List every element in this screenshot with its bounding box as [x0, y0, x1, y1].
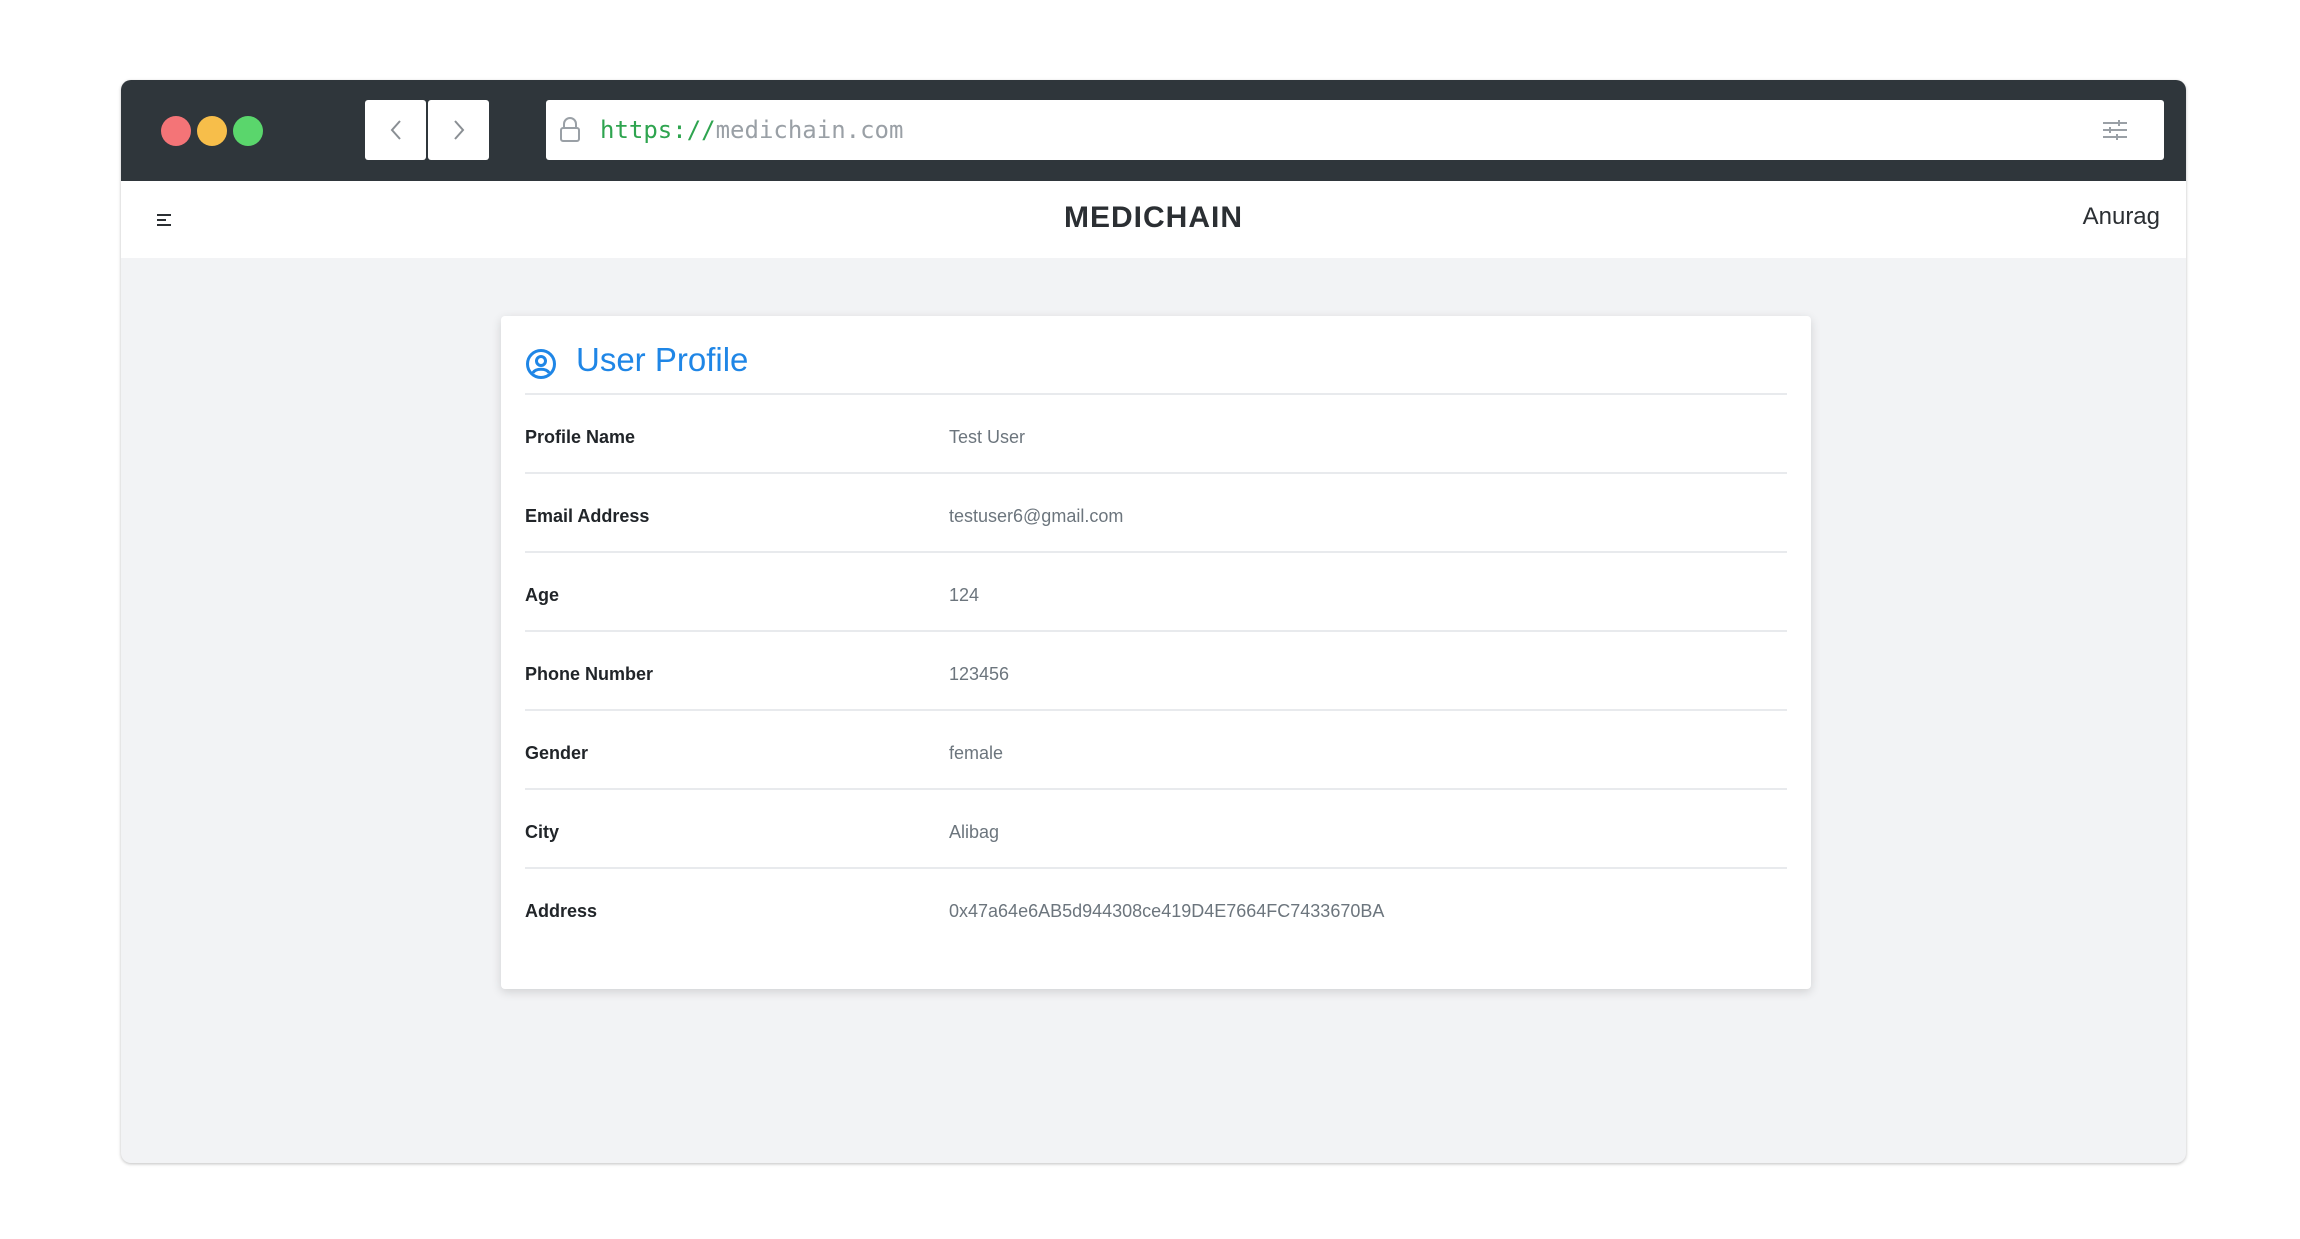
chevron-left-icon: [390, 120, 401, 140]
chevron-right-icon: [453, 120, 464, 140]
card-header: User Profile: [525, 338, 1787, 395]
field-label: Gender: [525, 743, 589, 763]
address-bar[interactable]: https://medichain.com: [546, 100, 2164, 160]
browser-window: https://medichain.com MEDICHAIN Anurag U…: [121, 80, 2186, 1163]
profile-row-address: Address 0x47a64e6AB5d944308ce419D4E7664F…: [525, 869, 1787, 948]
field-label: Email Address: [525, 506, 650, 526]
profile-row-gender: Gender female: [525, 711, 1787, 790]
field-label: Age: [525, 585, 560, 605]
field-value: 0x47a64e6AB5d944308ce419D4E7664FC7433670…: [949, 901, 1385, 921]
forward-button[interactable]: [428, 100, 489, 160]
profile-row-city: City Alibag: [525, 790, 1787, 869]
field-label: City: [525, 822, 560, 842]
field-value: 123456: [949, 664, 1010, 684]
field-value: Test User: [949, 427, 1026, 447]
profile-row-name: Profile Name Test User: [525, 395, 1787, 474]
app-header: MEDICHAIN Anurag: [121, 181, 2186, 258]
field-label: Phone Number: [525, 664, 654, 684]
back-button[interactable]: [365, 100, 426, 160]
profile-row-email: Email Address testuser6@gmail.com: [525, 474, 1787, 553]
field-value: testuser6@gmail.com: [949, 506, 1124, 526]
user-menu[interactable]: Anurag: [2083, 203, 2160, 231]
field-value: female: [949, 743, 1004, 763]
profile-row-phone: Phone Number 123456: [525, 632, 1787, 711]
minimize-window-icon[interactable]: [197, 116, 227, 146]
user-profile-card: User Profile Profile Name Test User Emai…: [501, 316, 1811, 989]
settings-button[interactable]: [2085, 100, 2145, 160]
browser-toolbar: https://medichain.com: [121, 80, 2186, 181]
user-circle-icon: [526, 349, 556, 379]
field-value: 124: [949, 585, 980, 605]
close-window-icon[interactable]: [161, 116, 191, 146]
profile-row-age: Age 124: [525, 553, 1787, 632]
field-label: Profile Name: [525, 427, 636, 447]
maximize-window-icon[interactable]: [233, 116, 263, 146]
url-scheme: https://: [600, 116, 716, 144]
lock-icon: [558, 115, 586, 145]
url-host: medichain.com: [715, 116, 904, 144]
field-label: Address: [525, 901, 598, 921]
sliders-icon: [2103, 120, 2127, 140]
card-title: User Profile: [576, 341, 749, 378]
brand-title: MEDICHAIN: [1064, 201, 1243, 234]
field-value: Alibag: [949, 822, 1000, 842]
